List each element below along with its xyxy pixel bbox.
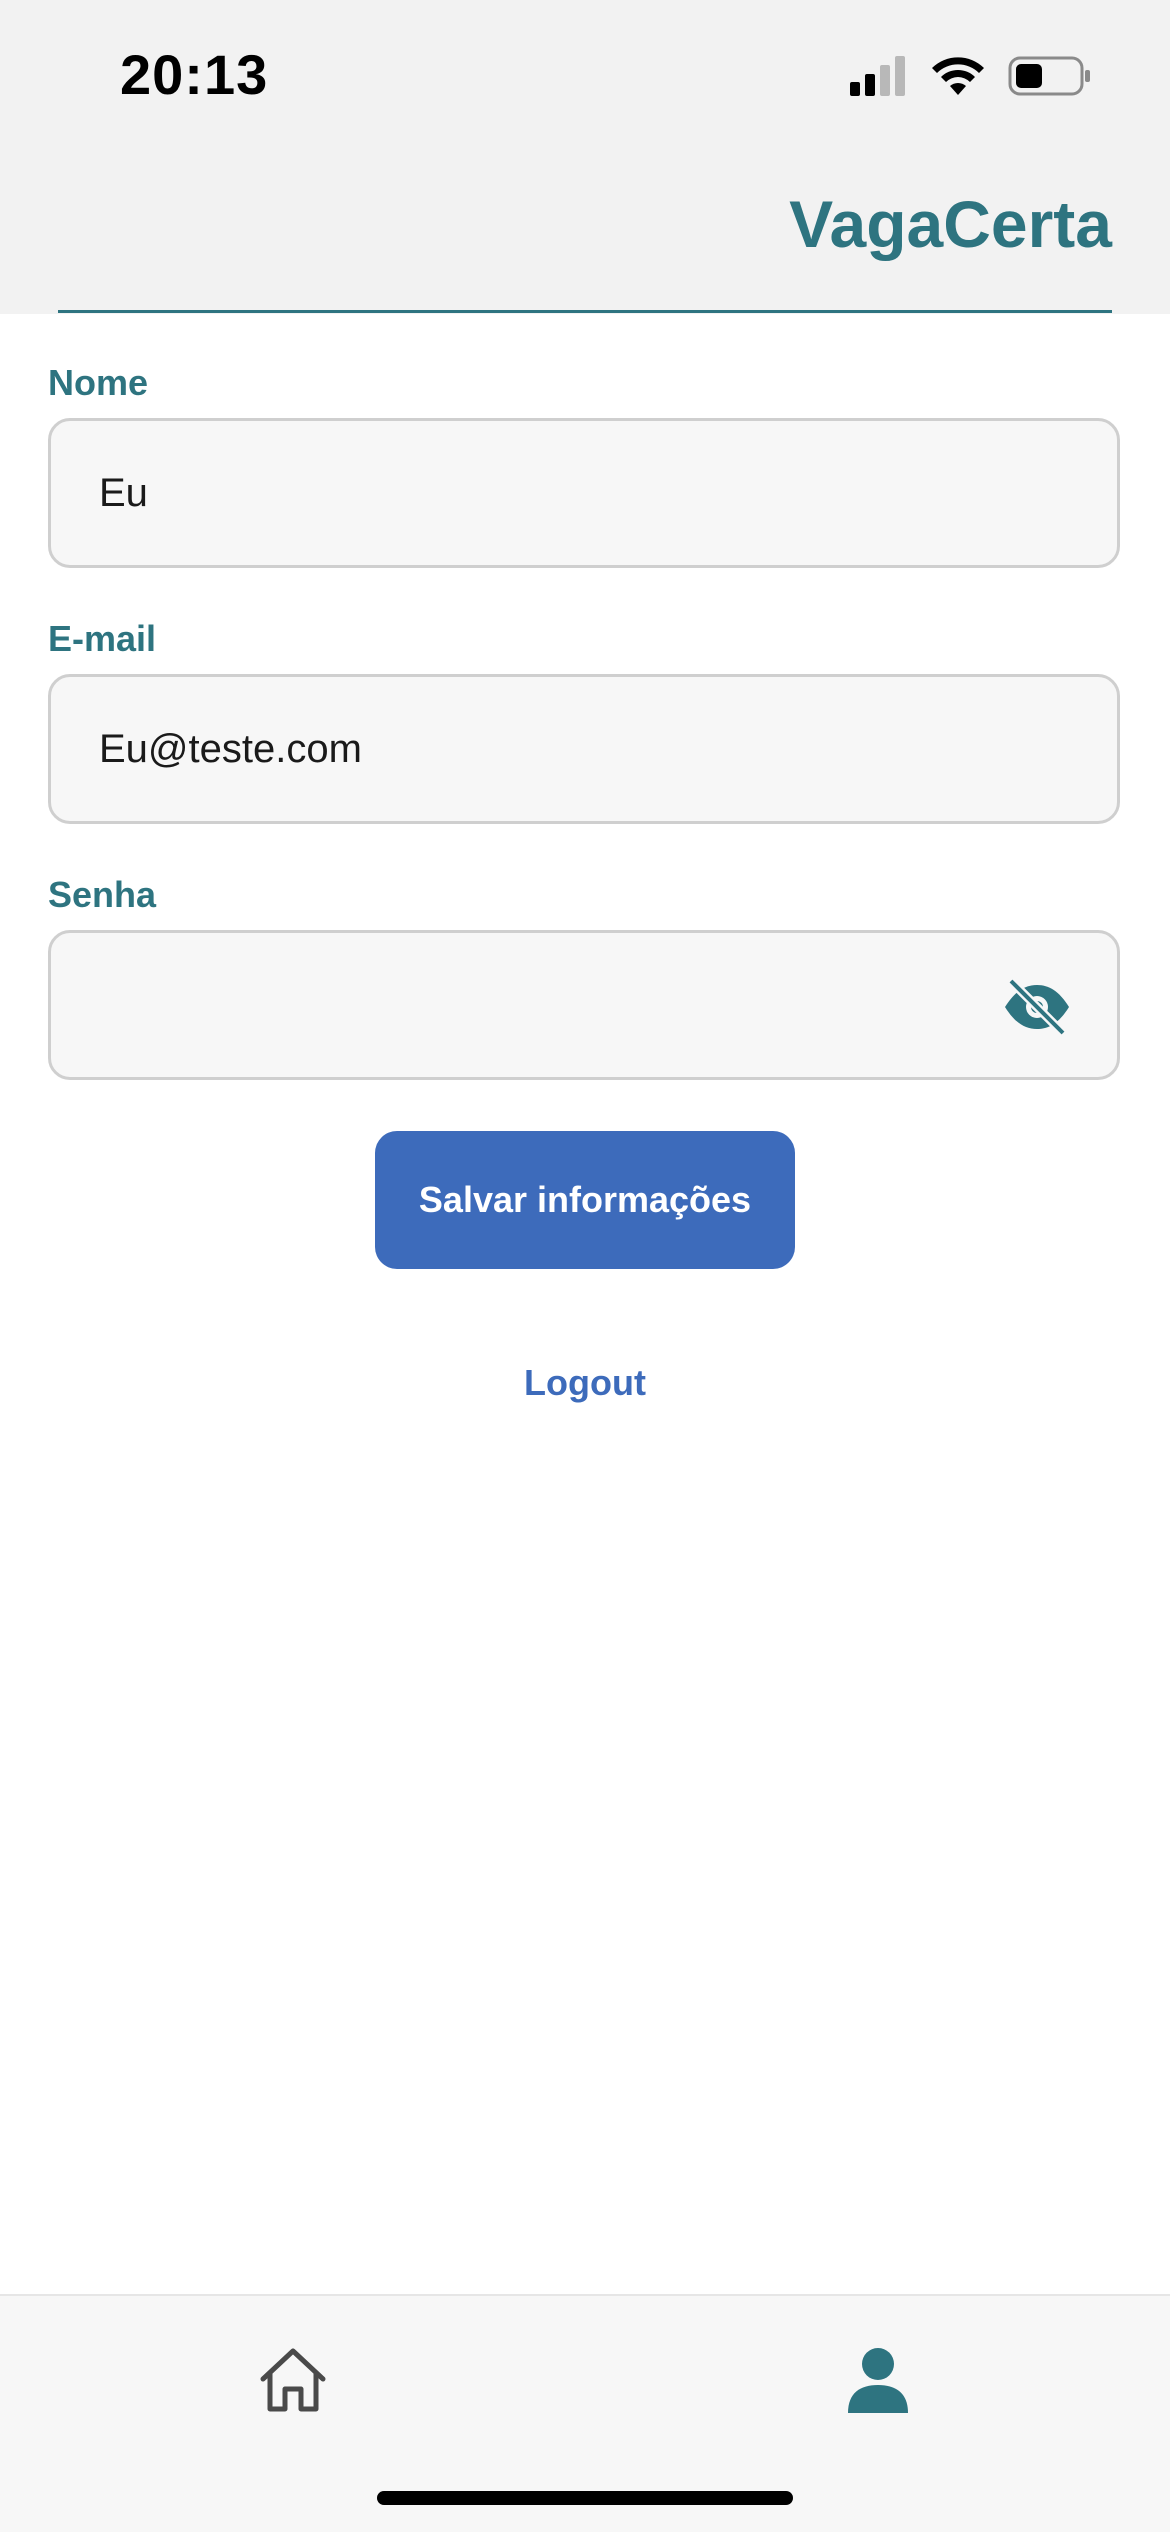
password-label: Senha [48, 874, 157, 915]
status-time: 20:13 [120, 43, 269, 106]
email-field[interactable] [48, 674, 1120, 824]
header-divider [58, 310, 1112, 313]
header: 20:13 VagaCerta [0, 0, 1170, 314]
cellular-signal-icon [850, 55, 908, 101]
status-icons [850, 55, 1092, 102]
app-brand: VagaCerta [789, 187, 1112, 261]
name-input[interactable] [99, 421, 999, 565]
home-icon [258, 2347, 328, 2418]
home-indicator [377, 2491, 793, 2505]
name-field[interactable] [48, 418, 1120, 568]
password-field[interactable] [48, 930, 1120, 1080]
email-input[interactable] [99, 677, 999, 821]
tab-profile[interactable] [828, 2332, 928, 2432]
wifi-icon [930, 55, 986, 102]
eye-off-icon[interactable] [1001, 977, 1073, 1037]
battery-icon [1008, 55, 1092, 102]
profile-screen: 20:13 VagaCerta Nome Eu E-mail Eu@teste.… [0, 0, 1170, 2532]
tab-home[interactable] [243, 2332, 343, 2432]
save-button[interactable]: Salvar informações [375, 1131, 795, 1269]
name-label: Nome [48, 362, 149, 403]
logout-link[interactable]: Logout [0, 1362, 1170, 1404]
person-icon [846, 2347, 910, 2418]
email-label: E-mail [48, 618, 157, 659]
password-input[interactable] [99, 933, 999, 1077]
